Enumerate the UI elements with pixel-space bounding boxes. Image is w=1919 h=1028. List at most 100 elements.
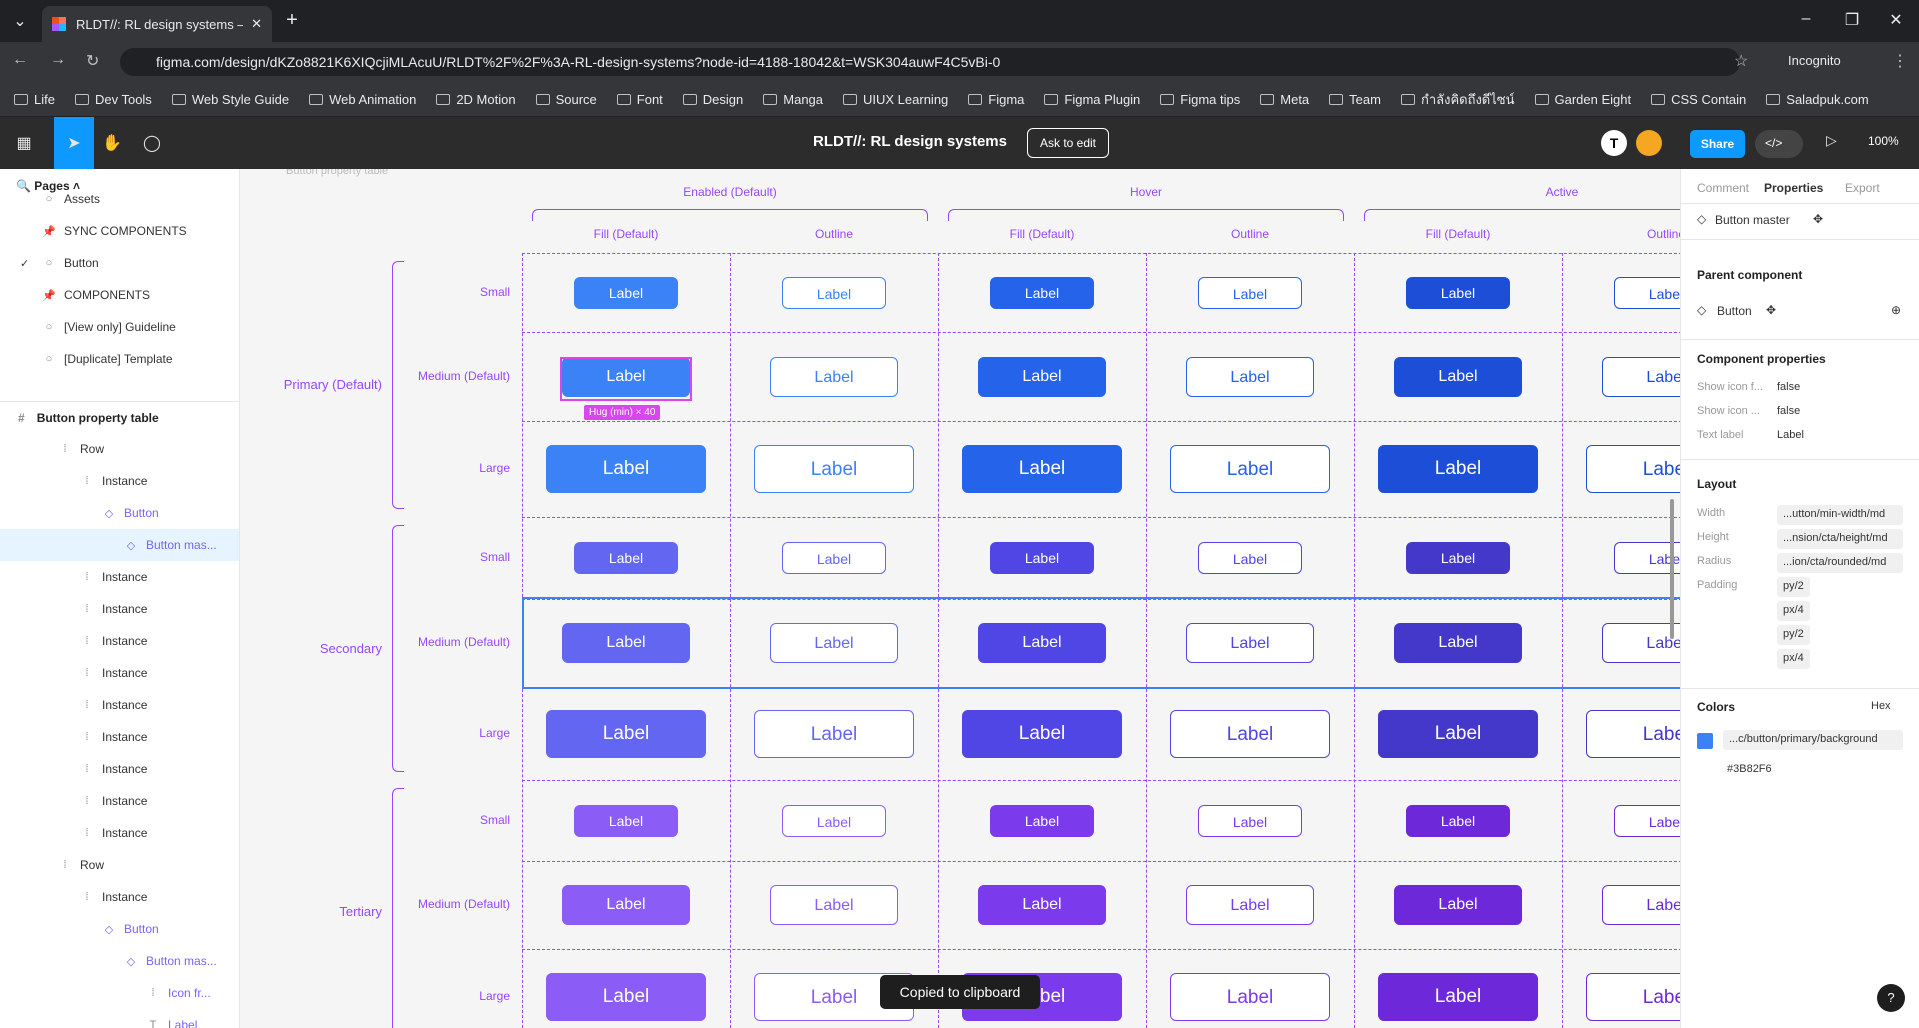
outline-button[interactable]: Label — [1198, 276, 1302, 309]
fill-button[interactable]: Label — [546, 445, 706, 493]
dev-mode-toggle[interactable]: </> — [1755, 130, 1803, 158]
layer-item[interactable]: ⁞ Instance — [0, 657, 239, 689]
collaborator-avatar[interactable] — [1636, 130, 1662, 156]
layer-item[interactable]: ◇ Button — [0, 497, 239, 529]
outline-button[interactable]: Label — [1198, 804, 1302, 837]
forward-icon[interactable]: → — [50, 51, 66, 69]
bookmark-item[interactable]: Web Animation — [309, 92, 416, 107]
bookmark-item[interactable]: Meta — [1260, 92, 1309, 107]
outline-button[interactable]: Label — [782, 276, 886, 309]
bookmark-item[interactable]: Garden Eight — [1534, 92, 1631, 107]
bookmark-item[interactable]: Source — [535, 92, 597, 107]
page-item[interactable]: ✓ ○ Button — [0, 247, 239, 279]
outline-button[interactable]: Label — [782, 542, 886, 574]
bookmark-item[interactable]: Web Style Guide — [171, 92, 289, 107]
outline-button[interactable]: Label — [1586, 445, 1680, 493]
bookmark-item[interactable]: Saladpuk.com — [1766, 92, 1869, 107]
outline-button[interactable]: Label — [754, 445, 914, 493]
bookmark-item[interactable]: Figma tips — [1160, 92, 1240, 107]
bookmark-item[interactable]: CSS Contain — [1651, 92, 1746, 107]
bookmark-item[interactable]: Figma — [968, 92, 1024, 107]
outline-button[interactable]: Label — [1186, 885, 1314, 925]
layer-item[interactable]: ⁞ Icon fr... — [0, 977, 239, 1009]
bookmark-star-icon[interactable]: ☆ — [1734, 51, 1748, 71]
layer-item[interactable]: ⁞ Instance — [0, 561, 239, 593]
color-hex[interactable]: #3B82F6 — [1727, 763, 1772, 775]
color-swatch[interactable] — [1697, 733, 1713, 749]
outline-button[interactable]: Label — [1198, 542, 1302, 574]
outline-button[interactable]: Label — [1170, 445, 1330, 493]
bookmark-item[interactable]: Design — [682, 92, 743, 107]
tab-comment[interactable]: Comment — [1697, 181, 1749, 195]
tab-properties[interactable]: Properties — [1764, 181, 1823, 195]
bookmark-item[interactable]: กำลังคิดถึงดีไซน์ — [1400, 89, 1515, 110]
url-input[interactable]: figma.com/design/dKZo8821K6XIQcjiMLAcuU/… — [120, 48, 1740, 76]
layer-item[interactable]: ⁞ Row — [0, 849, 239, 881]
bookmark-item[interactable]: Font — [616, 92, 663, 107]
padding-value[interactable]: py/2 — [1777, 625, 1810, 645]
color-token[interactable]: ...c/button/primary/background — [1723, 730, 1903, 750]
fill-button[interactable]: Label — [574, 542, 678, 574]
incognito-badge[interactable]: Incognito — [1788, 53, 1841, 68]
swap-instance-icon[interactable]: ✥ — [1766, 303, 1776, 317]
zoom-level[interactable]: 100% — [1868, 134, 1899, 148]
fill-button[interactable]: Label — [562, 885, 690, 925]
search-icon[interactable]: 🔍 — [16, 179, 31, 193]
page-item[interactable]: ○ [Duplicate] Template — [0, 343, 239, 373]
fill-button[interactable]: Label — [546, 709, 706, 758]
pages-header[interactable]: 🔍 Pages ˄ — [16, 179, 80, 193]
bookmark-item[interactable]: 2D Motion — [436, 92, 516, 107]
back-icon[interactable]: ← — [12, 51, 28, 69]
layer-item[interactable]: ⁞ Instance — [0, 465, 239, 497]
bookmark-item[interactable]: Life — [14, 92, 55, 107]
layer-item[interactable]: T Label — [0, 1009, 239, 1028]
canvas-scrollbar[interactable] — [1670, 499, 1674, 639]
move-tool-icon[interactable]: ➤ — [54, 117, 94, 169]
browser-tab[interactable]: RLDT//: RL design systems – Fig ✕ — [42, 6, 272, 42]
share-button[interactable]: Share — [1690, 130, 1745, 158]
outline-button[interactable]: Label — [1186, 356, 1314, 397]
outline-button[interactable]: Label — [1586, 972, 1680, 1021]
go-to-component-icon[interactable]: ✥ — [1813, 212, 1823, 226]
layer-item[interactable]: ⁞ Instance — [0, 689, 239, 721]
bookmark-item[interactable]: Dev Tools — [74, 92, 152, 107]
help-icon[interactable]: ? — [1877, 984, 1905, 1012]
outline-button[interactable]: Label — [1170, 972, 1330, 1021]
fill-button[interactable]: Label — [978, 885, 1106, 925]
layout-value[interactable]: ...nsion/cta/height/md — [1777, 529, 1903, 549]
layer-item[interactable]: ⁞ Instance — [0, 753, 239, 785]
fill-button[interactable]: Label — [990, 804, 1094, 837]
layout-value[interactable]: ...ion/cta/rounded/md — [1777, 553, 1903, 573]
fill-button[interactable]: Label — [546, 972, 706, 1021]
layer-item[interactable]: ⁞ Instance — [0, 593, 239, 625]
property-value[interactable]: false — [1777, 405, 1800, 417]
page-item[interactable]: ○ [View only] Guideline — [0, 311, 239, 343]
outline-button[interactable]: Label — [1602, 356, 1680, 397]
layer-item[interactable]: ⁞ Instance — [0, 721, 239, 753]
comment-tool-icon[interactable]: ◯ — [136, 127, 168, 159]
outline-button[interactable]: Label — [770, 885, 898, 925]
fill-button[interactable]: Label — [574, 276, 678, 309]
layout-value[interactable]: py/2 — [1777, 577, 1810, 597]
fill-button[interactable]: Label — [1394, 885, 1522, 925]
frame-layer[interactable]: # Button property table — [0, 401, 239, 433]
page-item[interactable]: 📌 COMPONENTS — [0, 279, 239, 311]
padding-value[interactable]: px/4 — [1777, 601, 1810, 621]
layer-item[interactable]: ⁞ Instance — [0, 625, 239, 657]
layer-item[interactable]: ⁞ Instance — [0, 785, 239, 817]
color-format-select[interactable]: Hex — [1871, 700, 1891, 712]
outline-button[interactable]: Label — [754, 709, 914, 758]
restore-icon[interactable]: ❐ — [1842, 10, 1862, 30]
tab-export[interactable]: Export — [1845, 181, 1880, 195]
fill-button[interactable]: Label — [962, 445, 1122, 493]
new-tab-icon[interactable]: + — [280, 9, 304, 32]
layer-item[interactable]: ⁞ Instance — [0, 817, 239, 849]
outline-button[interactable]: Label — [1614, 276, 1680, 309]
fill-button[interactable]: Label — [962, 709, 1122, 758]
design-canvas[interactable]: Button property table Enabled (Default) Ho… — [240, 169, 1680, 1028]
outline-button[interactable]: Label — [782, 804, 886, 837]
layer-item[interactable]: ⁞ Instance — [0, 881, 239, 913]
layer-item[interactable]: ⁞ Row — [0, 433, 239, 465]
fill-button[interactable]: Label — [574, 804, 678, 837]
outline-button[interactable]: Label — [1586, 709, 1680, 758]
